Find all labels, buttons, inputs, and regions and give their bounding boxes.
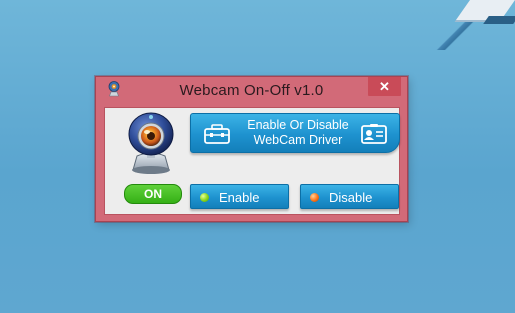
driver-button-label: Enable Or Disable WebCam Driver — [231, 118, 365, 148]
toggle-driver-button[interactable]: Enable Or Disable WebCam Driver — [190, 113, 400, 153]
webcam-image — [125, 112, 177, 176]
status-badge: ON — [124, 184, 182, 204]
title-bar[interactable]: Webcam On-Off v1.0 ✕ — [96, 77, 407, 101]
close-button[interactable]: ✕ — [368, 77, 401, 96]
enable-button[interactable]: Enable — [190, 184, 289, 209]
driver-label-line1: Enable Or Disable — [247, 118, 349, 132]
enable-button-label: Enable — [219, 190, 260, 205]
desktop-window-shadow — [483, 16, 515, 24]
window-title: Webcam On-Off v1.0 — [179, 82, 324, 99]
id-card-icon — [360, 123, 388, 145]
toolbox-icon — [203, 123, 231, 145]
client-area: ON Enable Or Disable WebCam Driver Enabl… — [104, 107, 400, 215]
red-indicator-icon — [310, 193, 319, 202]
close-icon: ✕ — [379, 79, 390, 94]
disable-button[interactable]: Disable — [300, 184, 399, 209]
driver-label-line2: WebCam Driver — [253, 133, 343, 147]
green-indicator-icon — [200, 193, 209, 202]
app-window: Webcam On-Off v1.0 ✕ ON Enable Or Disabl… — [95, 76, 408, 222]
disable-button-label: Disable — [329, 190, 373, 205]
